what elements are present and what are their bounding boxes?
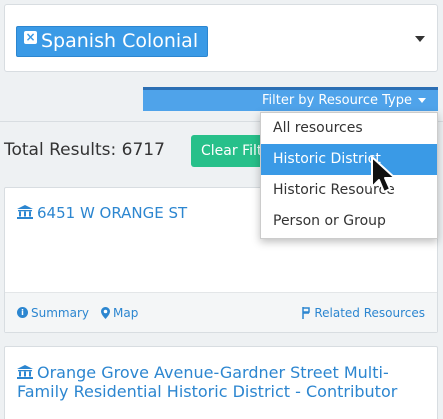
dropdown-item-all-resources[interactable]: All resources xyxy=(261,113,437,144)
filter-resource-type-button[interactable]: Filter by Resource Type xyxy=(143,87,438,111)
search-box[interactable]: × Spanish Colonial xyxy=(4,4,438,72)
summary-link[interactable]: i Summary xyxy=(17,306,89,320)
related-icon xyxy=(302,306,311,319)
search-tag[interactable]: × Spanish Colonial xyxy=(16,26,209,57)
caret-down-icon xyxy=(418,98,426,103)
related-label: Related Resources xyxy=(314,305,425,320)
app-frame: × Spanish Colonial Filter by Resource Ty… xyxy=(0,0,443,419)
result-title-link[interactable]: Orange Grove Avenue-Gardner Street Multi… xyxy=(5,347,437,401)
map-link[interactable]: Map xyxy=(101,306,138,320)
dropdown-item-historic-resource[interactable]: Historic Resource xyxy=(261,175,437,206)
result-title: Orange Grove Avenue-Gardner Street Multi… xyxy=(17,363,398,401)
bank-icon xyxy=(17,205,33,219)
result-title: 6451 W ORANGE ST xyxy=(37,204,188,222)
filter-button-label: Filter by Resource Type xyxy=(261,93,412,108)
mouse-pointer-icon xyxy=(371,156,396,193)
total-results: Total Results: 6717 xyxy=(4,140,165,160)
related-resources-link[interactable]: Related Resources xyxy=(301,306,425,320)
bank-icon xyxy=(17,365,33,379)
dropdown-item-historic-district[interactable]: Historic District xyxy=(261,144,437,175)
summary-label: Summary xyxy=(31,305,89,320)
map-marker-icon xyxy=(101,306,110,319)
card-footer: i Summary Map Related Resources xyxy=(5,292,437,332)
search-tag-label: Spanish Colonial xyxy=(41,30,199,52)
caret-down-icon[interactable] xyxy=(415,36,425,42)
remove-tag-icon[interactable]: × xyxy=(24,31,37,44)
info-icon: i xyxy=(17,307,28,318)
clear-filters-button[interactable]: Clear Filters xyxy=(191,135,271,167)
map-label: Map xyxy=(113,305,139,320)
result-card: Orange Grove Avenue-Gardner Street Multi… xyxy=(4,346,438,419)
resource-type-dropdown: All resources Historic District Historic… xyxy=(260,112,438,239)
dropdown-item-person-or-group[interactable]: Person or Group xyxy=(261,206,437,237)
